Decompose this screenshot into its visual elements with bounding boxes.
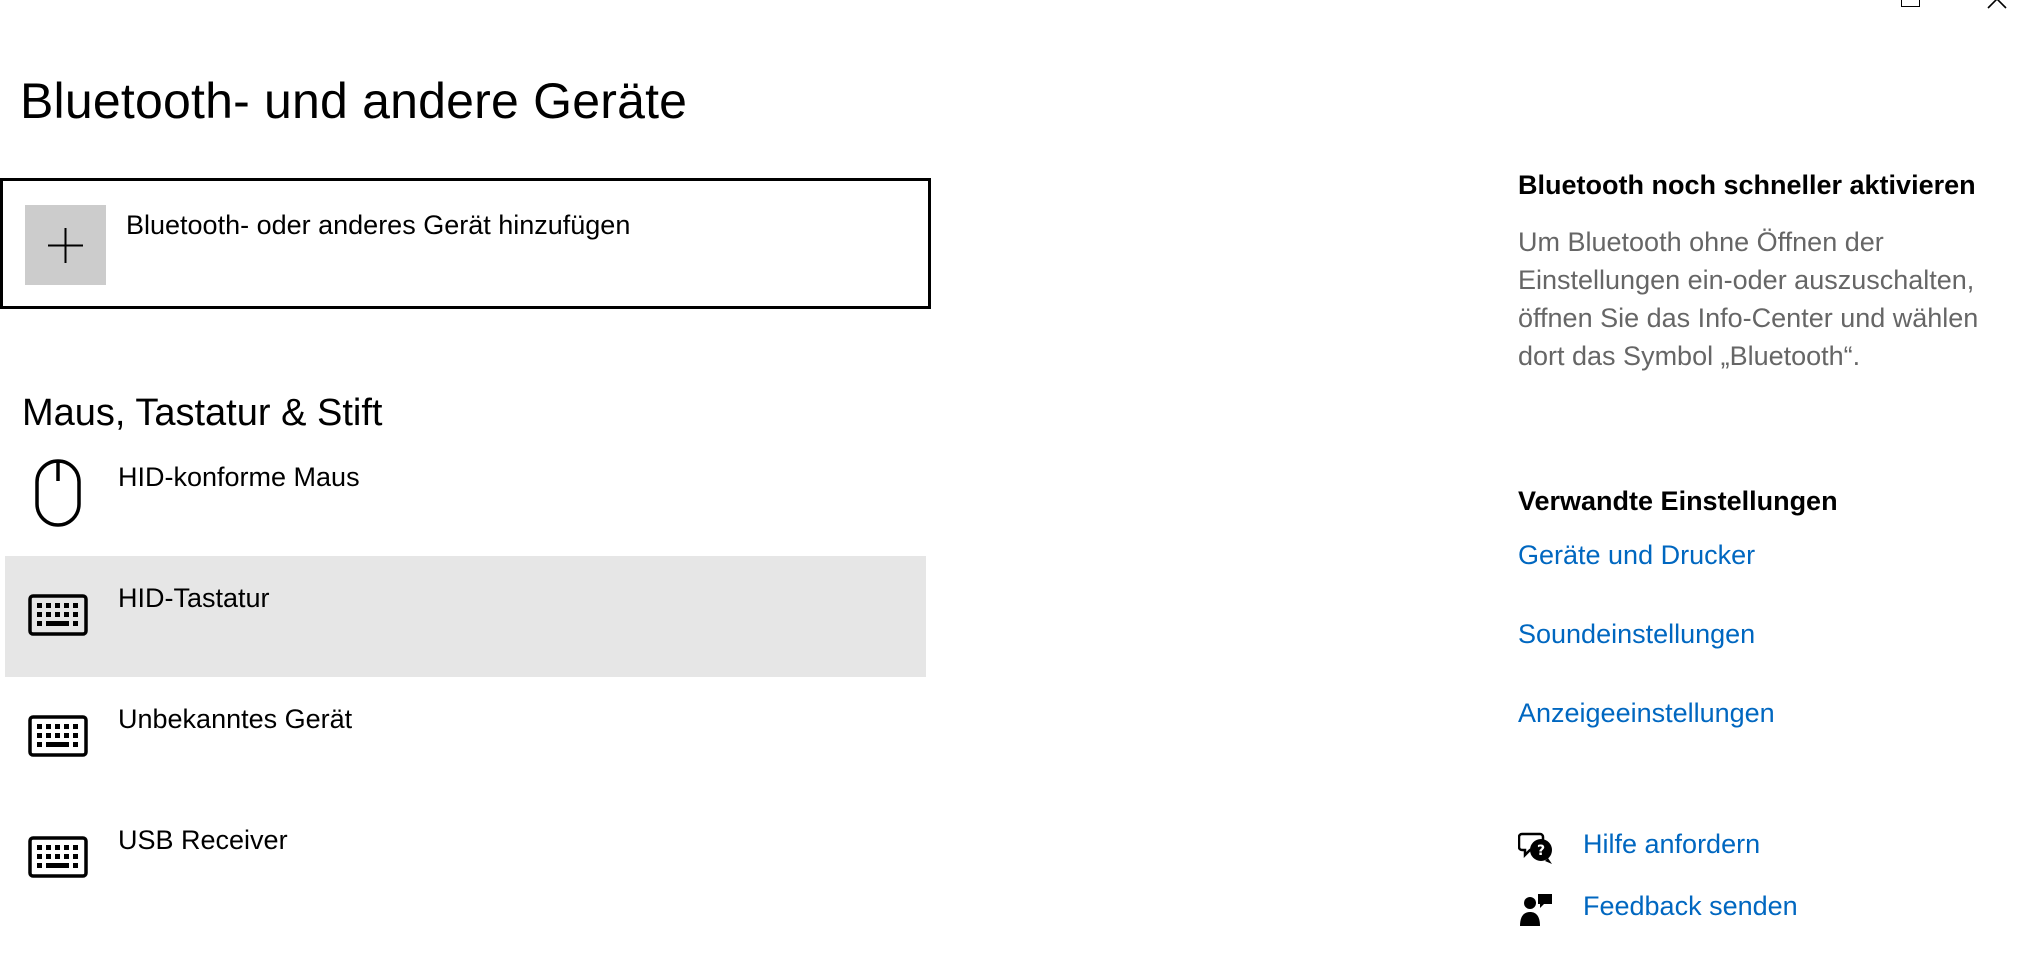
device-item-usb-receiver[interactable]: USB Receiver <box>5 798 926 919</box>
device-item-mouse[interactable]: HID-konforme Maus <box>5 435 926 556</box>
link-sound-settings[interactable]: Soundeinstellungen <box>1518 619 1755 650</box>
help-row[interactable]: ? Hilfe anfordern <box>1517 827 1998 867</box>
keyboard-icon <box>27 822 89 884</box>
help-link[interactable]: Hilfe anfordern <box>1583 829 1760 860</box>
svg-text:?: ? <box>1537 843 1545 859</box>
device-name: USB Receiver <box>118 825 288 855</box>
mouse-icon <box>27 459 89 527</box>
plus-icon <box>48 228 83 263</box>
add-device-label: Bluetooth- oder anderes Gerät hinzufügen <box>126 210 631 240</box>
quick-toggle-text: Um Bluetooth ohne Öffnen der Einstellung… <box>1518 227 1979 371</box>
device-name: Unbekanntes Gerät <box>118 704 353 734</box>
quick-toggle-heading: Bluetooth noch schneller aktivieren <box>1518 170 1976 200</box>
page-title: Bluetooth- und andere Geräte <box>20 73 688 129</box>
feedback-icon <box>1518 892 1552 926</box>
section-heading: Maus, Tastatur & Stift <box>22 392 383 434</box>
sidebar: Bluetooth noch schneller aktivieren Um B… <box>1517 170 2017 926</box>
device-list: HID-konforme Maus HID-Tastatur Unbekannt… <box>5 437 926 919</box>
help-chat-icon: ? <box>1517 830 1552 864</box>
feedback-row[interactable]: Feedback senden <box>1518 889 1998 929</box>
device-item-unknown[interactable]: Unbekanntes Gerät <box>5 677 926 798</box>
maximize-icon[interactable] <box>1901 0 1920 7</box>
related-settings-heading: Verwandte Einstellungen <box>1518 486 1838 516</box>
keyboard-icon <box>27 701 89 763</box>
device-name: HID-konforme Maus <box>118 462 360 492</box>
link-display-settings[interactable]: Anzeigeeinstellungen <box>1518 698 1775 729</box>
close-icon[interactable] <box>1986 0 2008 10</box>
device-item-keyboard[interactable]: HID-Tastatur <box>5 556 926 677</box>
settings-window: Bluetooth- und andere Geräte Bluetooth- … <box>0 0 2017 975</box>
device-name: HID-Tastatur <box>118 583 270 613</box>
feedback-link[interactable]: Feedback senden <box>1583 891 1798 922</box>
add-device-button[interactable]: Bluetooth- oder anderes Gerät hinzufügen <box>0 178 931 309</box>
add-device-tile <box>25 205 106 285</box>
keyboard-icon <box>27 580 89 642</box>
link-devices-printers[interactable]: Geräte und Drucker <box>1518 540 1755 571</box>
